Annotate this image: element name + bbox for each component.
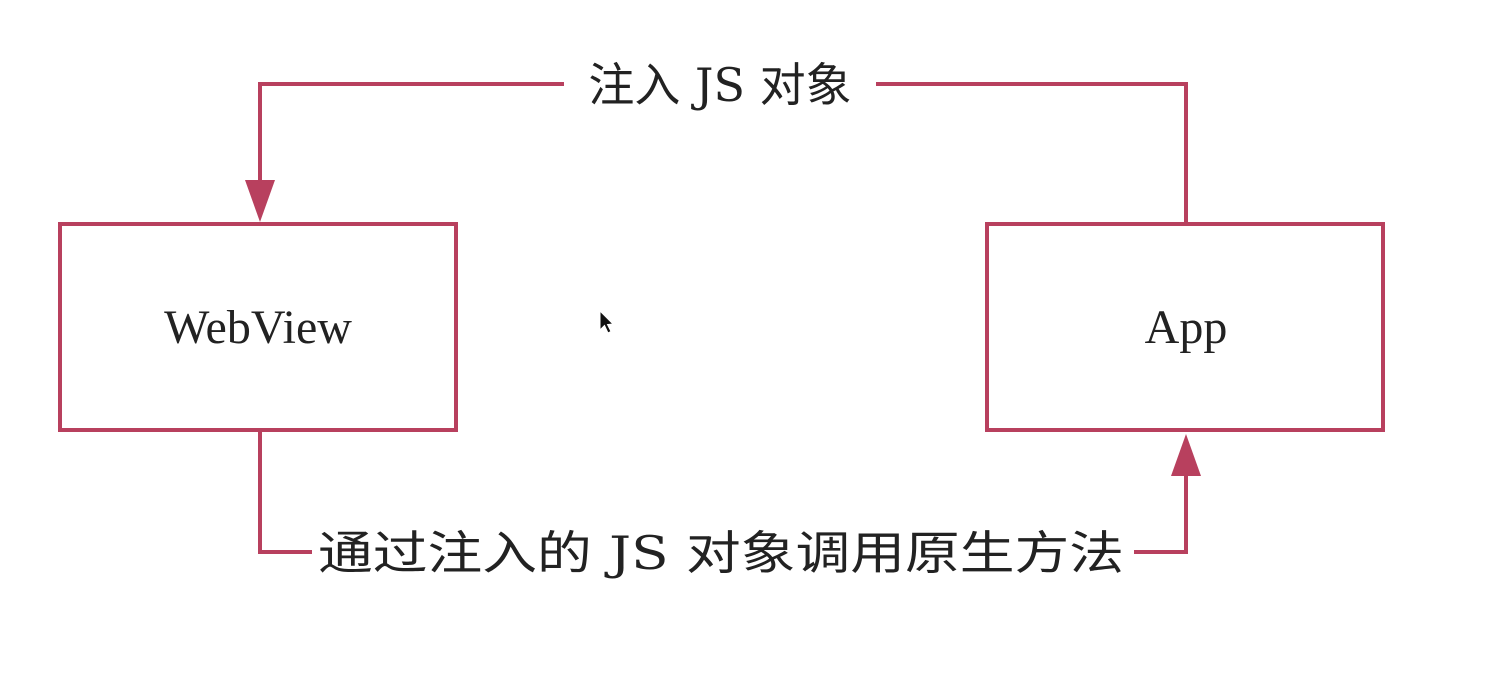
- node-webview-label: WebView: [164, 301, 352, 354]
- node-webview: WebView: [58, 222, 458, 432]
- mouse-pointer-icon: [599, 309, 615, 334]
- flow-diagram: 注入 JS 对象 通过注入的 JS 对象调用原生方法 WebView App: [58, 52, 1385, 584]
- edge-inject-arrowhead: [245, 180, 275, 222]
- edge-invoke-arrowhead: [1171, 434, 1201, 476]
- edge-invoke-label: 通过注入的 JS 对象调用原生方法: [318, 526, 1124, 580]
- edge-inject-label: 注入 JS 对象: [588, 58, 851, 112]
- edge-invoke: 通过注入的 JS 对象调用原生方法: [258, 432, 1201, 584]
- node-app: App: [985, 222, 1385, 432]
- edge-inject: 注入 JS 对象: [245, 52, 1188, 222]
- node-app-label: App: [1145, 301, 1228, 354]
